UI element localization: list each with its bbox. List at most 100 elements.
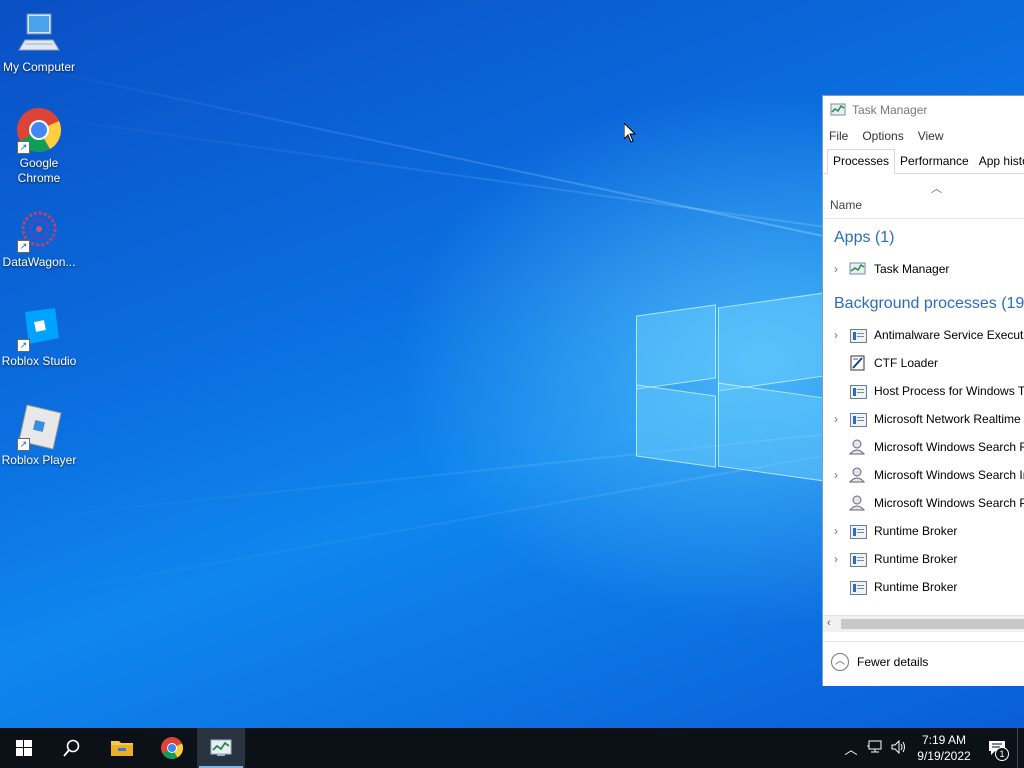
process-name: Runtime Broker bbox=[874, 552, 958, 566]
desktop-icon-google-chrome[interactable]: ↗ Google Chrome bbox=[0, 106, 78, 186]
tab-performance[interactable]: Performance bbox=[895, 150, 974, 173]
chrome-icon: ↗ bbox=[15, 106, 63, 154]
task-manager-window[interactable]: Task Manager File Options View Processes… bbox=[822, 95, 1024, 686]
window-title: Task Manager bbox=[852, 103, 928, 117]
datawagon-icon: ↗ bbox=[15, 205, 63, 253]
process-name: Runtime Broker bbox=[874, 524, 958, 538]
desktop-icon-roblox-player[interactable]: ↗ Roblox Player bbox=[0, 403, 78, 468]
search-button[interactable] bbox=[48, 728, 96, 768]
expand-chevron-icon[interactable]: › bbox=[823, 262, 849, 276]
search-user-icon bbox=[848, 439, 867, 455]
horizontal-scrollbar[interactable]: ‹ bbox=[823, 615, 1024, 632]
desktop-icon-label: Roblox Player bbox=[1, 453, 77, 467]
process-row[interactable]: Microsoft Windows Search P bbox=[823, 489, 1024, 517]
service-icon bbox=[849, 551, 867, 567]
process-row[interactable]: CTF Loader bbox=[823, 349, 1024, 377]
desktop-icon-label: Google Chrome bbox=[17, 156, 61, 185]
process-name: Task Manager bbox=[874, 262, 950, 276]
roblox-player-icon: ↗ bbox=[15, 403, 63, 451]
process-name: Microsoft Windows Search F bbox=[874, 440, 1024, 454]
scroll-left-icon[interactable]: ‹ bbox=[827, 617, 831, 629]
process-row[interactable]: Runtime Broker bbox=[823, 573, 1024, 601]
expand-chevron-icon[interactable]: › bbox=[823, 468, 849, 482]
process-row[interactable]: › Microsoft Network Realtime bbox=[823, 405, 1024, 433]
tab-app-history[interactable]: App histo bbox=[974, 150, 1024, 173]
group-apps: Apps (1) bbox=[834, 229, 895, 246]
desktop-icon-label: DataWagon... bbox=[2, 255, 76, 269]
taskbar-file-explorer[interactable] bbox=[98, 728, 146, 768]
mouse-cursor-icon bbox=[623, 121, 637, 148]
scrollbar-thumb[interactable] bbox=[841, 619, 1024, 629]
search-user-icon bbox=[848, 467, 867, 483]
expand-chevron-icon[interactable]: › bbox=[823, 552, 849, 566]
fewer-details-label: Fewer details bbox=[857, 655, 929, 669]
desktop-icon-label: Roblox Studio bbox=[1, 354, 77, 368]
search-user-icon bbox=[848, 495, 867, 511]
clock-date: 9/19/2022 bbox=[917, 749, 971, 763]
desktop-icon-datawagon[interactable]: ↗ DataWagon... bbox=[0, 205, 78, 270]
menu-options[interactable]: Options bbox=[862, 129, 903, 143]
process-row[interactable]: › Task Manager bbox=[823, 255, 1024, 283]
expand-chevron-icon[interactable]: › bbox=[823, 412, 849, 426]
chrome-icon bbox=[161, 737, 183, 759]
task-manager-icon bbox=[210, 739, 232, 756]
desktop-icon-label: My Computer bbox=[2, 60, 76, 74]
taskbar-task-manager[interactable] bbox=[197, 728, 245, 768]
process-row[interactable]: › Microsoft Windows Search In bbox=[823, 461, 1024, 489]
service-icon bbox=[849, 327, 867, 343]
show-desktop-button[interactable] bbox=[1017, 728, 1024, 768]
start-button[interactable] bbox=[0, 728, 48, 768]
volume-icon[interactable] bbox=[887, 739, 911, 757]
group-background-processes: Background processes (19) bbox=[834, 295, 1024, 312]
windows-start-icon bbox=[16, 740, 32, 756]
search-icon bbox=[63, 739, 80, 757]
shortcut-arrow-icon: ↗ bbox=[17, 141, 30, 154]
menu-bar: File Options View bbox=[823, 124, 1024, 148]
process-name: Microsoft Windows Search P bbox=[874, 496, 1024, 510]
shortcut-arrow-icon: ↗ bbox=[17, 339, 30, 352]
process-name: Antimalware Service Executa bbox=[874, 328, 1024, 342]
menu-view[interactable]: View bbox=[918, 129, 944, 143]
process-name: Microsoft Network Realtime bbox=[874, 412, 1021, 426]
process-row[interactable]: › Antimalware Service Executa bbox=[823, 321, 1024, 349]
network-icon[interactable] bbox=[863, 740, 887, 757]
clock-time: 7:19 AM bbox=[921, 733, 967, 747]
expand-chevron-icon[interactable]: › bbox=[823, 524, 849, 538]
taskbar: ︿ 7:19 AM 9/19/2022 1 bbox=[0, 728, 1024, 768]
task-manager-icon bbox=[849, 261, 867, 277]
menu-file[interactable]: File bbox=[829, 129, 848, 143]
tab-strip: Processes Performance App histo bbox=[823, 148, 1024, 174]
folder-icon bbox=[111, 741, 133, 756]
process-name: Host Process for Windows Ta bbox=[874, 384, 1024, 398]
expand-chevron-icon[interactable]: › bbox=[823, 328, 849, 342]
show-hidden-icons-chevron-icon[interactable]: ︿ bbox=[839, 739, 863, 758]
process-row[interactable]: › Runtime Broker bbox=[823, 517, 1024, 545]
shortcut-arrow-icon: ↗ bbox=[17, 438, 30, 451]
service-icon bbox=[849, 579, 867, 595]
window-titlebar[interactable]: Task Manager bbox=[823, 96, 1024, 124]
ctf-loader-icon bbox=[849, 355, 867, 371]
clock[interactable]: 7:19 AM 9/19/2022 bbox=[911, 732, 977, 764]
action-center-button[interactable]: 1 bbox=[977, 728, 1017, 768]
column-header-name[interactable]: Name bbox=[823, 198, 1024, 219]
process-row[interactable]: › Runtime Broker bbox=[823, 545, 1024, 573]
service-icon bbox=[849, 523, 867, 539]
system-tray: ︿ 7:19 AM 9/19/2022 1 bbox=[839, 728, 1024, 768]
taskbar-chrome[interactable] bbox=[148, 728, 196, 768]
service-icon bbox=[849, 411, 867, 427]
shortcut-arrow-icon: ↗ bbox=[17, 240, 30, 253]
desktop-icon-my-computer[interactable]: My Computer bbox=[0, 10, 78, 75]
collapse-up-icon: ︿ bbox=[831, 653, 849, 671]
process-name: Microsoft Windows Search In bbox=[874, 468, 1024, 482]
process-row[interactable]: Microsoft Windows Search F bbox=[823, 433, 1024, 461]
process-name: Runtime Broker bbox=[874, 580, 958, 594]
desktop-icon-roblox-studio[interactable]: ↗ Roblox Studio bbox=[0, 304, 78, 369]
fewer-details-button[interactable]: ︿ Fewer details bbox=[823, 641, 1024, 682]
process-row[interactable]: Host Process for Windows Ta bbox=[823, 377, 1024, 405]
service-icon bbox=[849, 383, 867, 399]
process-name: CTF Loader bbox=[874, 356, 939, 370]
sort-up-icon[interactable]: ︿ bbox=[931, 180, 942, 196]
tab-processes[interactable]: Processes bbox=[827, 149, 896, 174]
notification-count-badge: 1 bbox=[995, 747, 1009, 761]
task-manager-icon bbox=[830, 103, 846, 116]
